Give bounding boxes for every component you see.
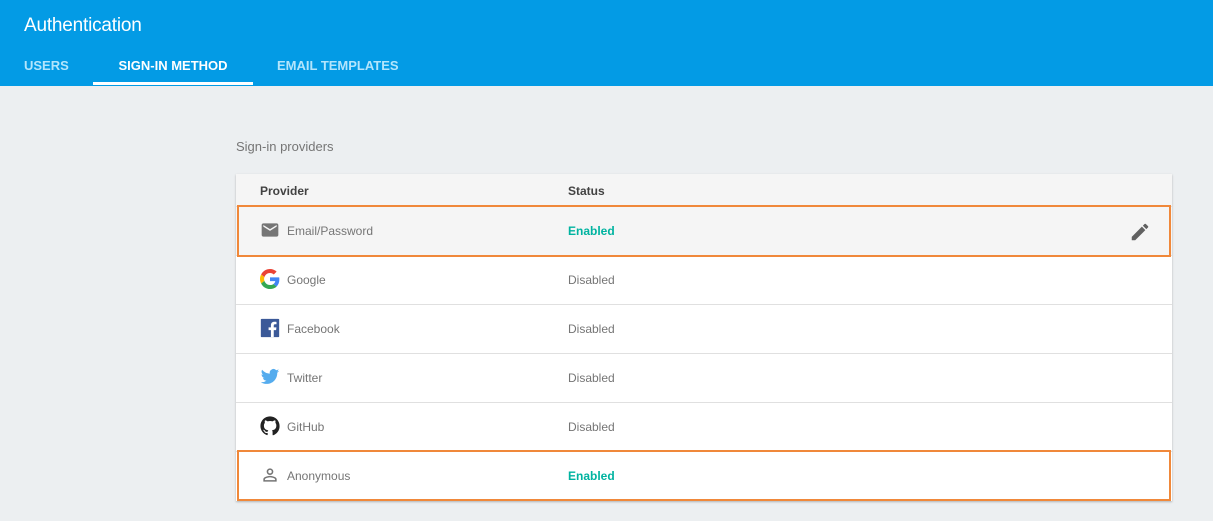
google-icon: [260, 269, 280, 289]
email-icon: [260, 220, 280, 240]
provider-name: Email/Password: [287, 224, 374, 238]
tab-sign-in-method[interactable]: SIGN-IN METHOD: [93, 48, 253, 86]
status-badge: Disabled: [568, 420, 615, 434]
tab-email-templates[interactable]: EMAIL TEMPLATES: [277, 48, 401, 86]
facebook-icon: [260, 318, 280, 338]
section-label: Sign-in providers: [236, 139, 334, 154]
app-header: Authentication USERS SIGN-IN METHOD EMAI…: [0, 0, 1213, 86]
table-row-anonymous[interactable]: Anonymous Enabled: [236, 451, 1172, 500]
table-row-facebook[interactable]: Facebook Disabled: [236, 304, 1172, 353]
provider-name: Anonymous: [287, 469, 351, 483]
status-badge: Enabled: [568, 469, 615, 483]
status-badge: Disabled: [568, 273, 615, 287]
column-header-status: Status: [568, 184, 605, 198]
table-row-email-password[interactable]: Email/Password Enabled: [236, 206, 1172, 255]
provider-name: Twitter: [287, 371, 323, 385]
column-header-provider: Provider: [260, 184, 309, 198]
provider-name: Google: [287, 273, 326, 287]
status-badge: Enabled: [568, 224, 615, 238]
tab-users[interactable]: USERS: [24, 48, 69, 86]
table-header: Provider Status: [236, 174, 1172, 206]
table-row-github[interactable]: GitHub Disabled: [236, 402, 1172, 451]
status-badge: Disabled: [568, 371, 615, 385]
github-icon: [260, 416, 280, 436]
status-badge: Disabled: [568, 322, 615, 336]
provider-name: GitHub: [287, 420, 325, 434]
providers-table: Provider Status Email/Password Enabled G…: [236, 174, 1172, 501]
twitter-icon: [260, 367, 280, 387]
provider-name: Facebook: [287, 322, 340, 336]
person-icon: [260, 465, 280, 485]
table-row-google[interactable]: Google Disabled: [236, 255, 1172, 304]
table-row-twitter[interactable]: Twitter Disabled: [236, 353, 1172, 402]
active-tab-indicator: [93, 82, 253, 85]
page-title: Authentication: [24, 15, 142, 36]
edit-icon[interactable]: [1129, 221, 1151, 243]
